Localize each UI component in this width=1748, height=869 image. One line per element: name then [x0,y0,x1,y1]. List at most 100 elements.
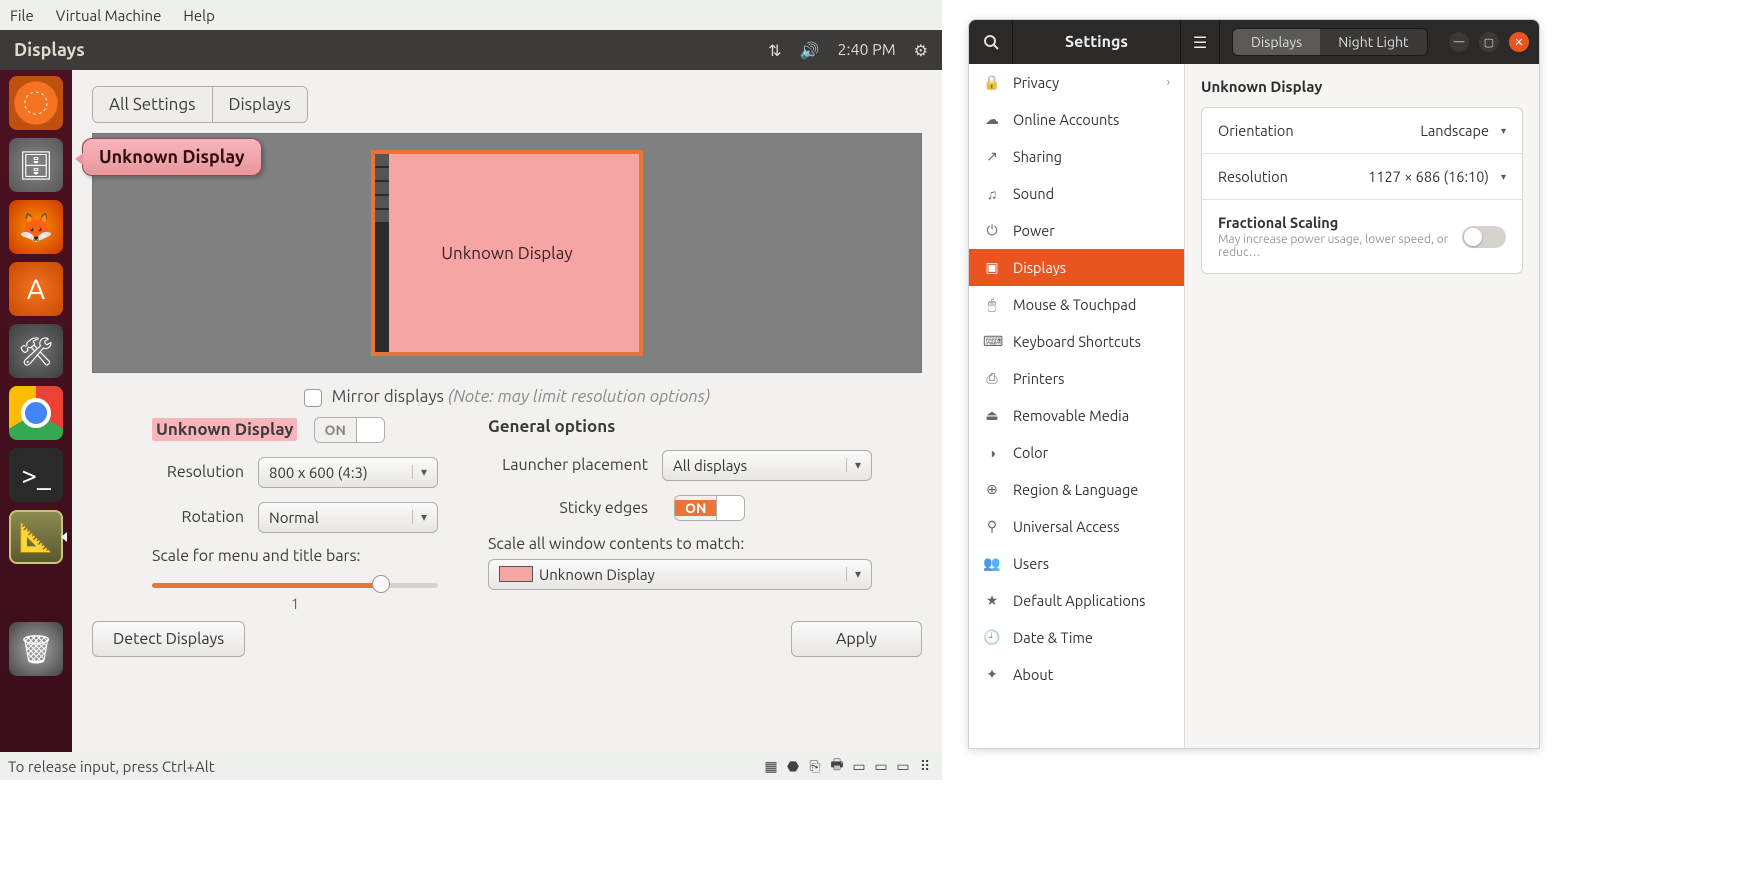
sidebar-item-universal-access[interactable]: ⚲ Universal Access [969,508,1184,545]
chevron-right-icon: › [1167,76,1170,89]
sidebar-item-displays[interactable]: ▣Displays [969,249,1184,286]
tray-icon[interactable]: ⬣ [784,758,802,774]
sidebar-icon: ✦ [983,666,1001,683]
minimize-button[interactable]: — [1449,32,1469,52]
detect-displays-button[interactable]: Detect Displays [92,621,245,657]
menu-virtualmachine[interactable]: Virtual Machine [56,7,162,24]
close-button[interactable]: ✕ [1509,32,1529,52]
tab-night-light[interactable]: Night Light [1320,29,1426,55]
launcher-firefox[interactable]: 🦊 [9,200,63,254]
scale-all-select[interactable]: Unknown Display [488,559,872,590]
clock[interactable]: 2:40 PM [838,41,896,59]
launcher-placement-select[interactable]: All displays [662,450,872,481]
scale-slider[interactable]: 1 [152,571,438,601]
maximize-button[interactable]: ▢ [1479,32,1499,52]
tray-icon[interactable]: ▭ [872,758,890,774]
sidebar-label: Keyboard Shortcuts [1013,333,1141,350]
sticky-edges-label: Sticky edges [488,499,648,517]
vm-menubar: File Virtual Machine Help [0,0,942,30]
launcher-screenshot[interactable]: 📐 [9,510,63,564]
tray-icon[interactable]: ▦ [762,758,780,774]
launcher-dash[interactable]: ◌ [9,76,63,130]
resolution-label: Resolution [1218,168,1288,185]
sidebar-item-power[interactable]: ⏻ Power [969,212,1184,249]
sidebar-icon: ↗ [983,148,1001,165]
rotation-select[interactable]: Normal [258,502,438,533]
vm-window: File Virtual Machine Help Displays ⇅ 🔊 2… [0,0,942,780]
sidebar-icon: ⏏ [983,407,1001,424]
mirror-row: Mirror displays (Note: may limit resolut… [92,373,922,417]
sidebar-label: Region & Language [1013,481,1138,498]
breadcrumb: All Settings Displays [72,70,942,133]
sidebar-item-region-language[interactable]: ⊕Region & Language [969,471,1184,508]
tray-icon[interactable]: 🖶 [828,758,846,774]
sidebar-item-about[interactable]: ✦ About [969,656,1184,693]
gear-icon[interactable]: ⚙ [914,41,928,60]
sidebar-label: Sound [1013,185,1054,202]
sidebar-label: About [1013,666,1053,683]
sidebar-item-mouse-touchpad[interactable]: 🖱 Mouse & Touchpad [969,286,1184,323]
sidebar-label: Universal Access [1013,518,1120,535]
tray-icon[interactable]: ⎘ [806,758,824,774]
hamburger-button[interactable]: ☰ [1180,20,1220,64]
fractional-scaling-toggle[interactable] [1462,226,1506,248]
sidebar-icon: 🔒 [983,74,1001,91]
resolution-row[interactable]: Resolution 1127 × 686 (16:10) [1202,154,1522,200]
scale-value: 1 [291,595,299,612]
sidebar-item-users[interactable]: 👥Users [969,545,1184,582]
view-tabs: Displays Night Light [1232,28,1428,56]
sidebar-item-keyboard-shortcuts[interactable]: ⌨Keyboard Shortcuts [969,323,1184,360]
sidebar-label: Default Applications [1013,592,1145,609]
tray-icon[interactable]: ⠿ [916,758,934,774]
sidebar-label: Users [1013,555,1049,572]
launcher-software[interactable]: A [9,262,63,316]
crumb-all-settings[interactable]: All Settings [93,87,212,122]
menu-help[interactable]: Help [183,7,214,24]
display-enabled-toggle[interactable]: ON [314,417,385,443]
volume-icon[interactable]: 🔊 [800,41,820,60]
sidebar-item-sound[interactable]: ♫Sound [969,175,1184,212]
sticky-edges-toggle[interactable]: ON [674,495,745,521]
sidebar-label: Mouse & Touchpad [1013,296,1136,313]
apply-button[interactable]: Apply [791,621,922,657]
menu-file[interactable]: File [10,7,34,24]
sidebar-icon: ★ [983,592,1001,609]
crumb-displays[interactable]: Displays [212,87,307,122]
tab-displays[interactable]: Displays [1233,29,1320,55]
launcher-trash[interactable]: 🗑 [9,622,63,676]
sidebar-item-date-time[interactable]: 🕘Date & Time [969,619,1184,656]
sidebar-item-removable-media[interactable]: ⏏Removable Media [969,397,1184,434]
launcher-settings[interactable]: 🛠 [9,324,63,378]
tray-icon[interactable]: ▭ [894,758,912,774]
orientation-label: Orientation [1218,122,1294,139]
sidebar-icon: ⚲ [983,518,1001,535]
sidebar-item-color[interactable]: ◑Color [969,434,1184,471]
sidebar-icon: ⏻ [983,222,1001,239]
gnome-headerbar: Settings ☰ Displays Night Light — ▢ ✕ [969,20,1539,64]
network-icon[interactable]: ⇅ [768,41,781,60]
sidebar-icon: 🖱 [983,296,1001,313]
tray-icon[interactable]: ▭ [850,758,868,774]
launcher-chrome[interactable] [9,386,63,440]
gnome-title: Settings [1013,33,1180,51]
guest-desktop: ◌ 🗄 🦊 A 🛠 >_ 📐 🗑 Displays Unknown Displa… [0,70,942,780]
sidebar-item-online-accounts[interactable]: ☁Online Accounts [969,101,1184,138]
sidebar-label: Power [1013,222,1055,239]
gnome-main: Unknown Display Orientation Landscape Re… [1185,64,1539,748]
sidebar-item-sharing[interactable]: ↗Sharing [969,138,1184,175]
sidebar-label: Privacy [1013,74,1059,91]
search-button[interactable] [969,20,1013,64]
mirror-label: Mirror displays [332,387,444,406]
launcher-files[interactable]: 🗄 [9,138,63,192]
general-options-col: General options Launcher placement All d… [488,417,872,601]
launcher-terminal[interactable]: >_ [9,448,63,502]
sidebar-item-privacy[interactable]: 🔒 Privacy › [969,64,1184,101]
fractional-sub: May increase power usage, lower speed, o… [1218,233,1462,259]
resolution-select[interactable]: 800 x 600 (4:3) [258,457,438,488]
display-preview-monitor[interactable]: Unknown Display [371,150,643,356]
search-icon [983,34,999,50]
mirror-checkbox[interactable] [304,389,322,407]
sidebar-item-default-applications[interactable]: ★ Default Applications [969,582,1184,619]
sidebar-item-printers[interactable]: ⎙Printers [969,360,1184,397]
orientation-row[interactable]: Orientation Landscape [1202,108,1522,154]
